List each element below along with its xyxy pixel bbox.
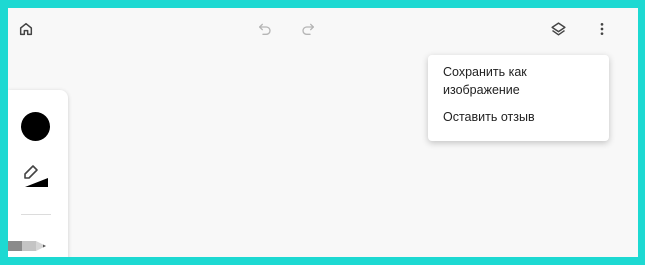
redo-icon <box>300 21 316 37</box>
stroke-width-icon <box>22 165 50 193</box>
pencil-tool-button[interactable] <box>8 235 48 257</box>
color-picker-swatch[interactable] <box>21 112 50 141</box>
undo-button[interactable] <box>252 16 278 42</box>
panel-divider <box>21 214 51 215</box>
menu-item-save-as-image[interactable]: Сохранить как изображение <box>443 63 601 99</box>
home-icon <box>18 21 34 37</box>
stroke-width-button[interactable] <box>22 163 50 189</box>
layers-button[interactable] <box>545 16 571 42</box>
tool-panel <box>8 90 68 257</box>
menu-item-leave-feedback[interactable]: Оставить отзыв <box>443 108 601 126</box>
pencil-icon <box>8 241 48 257</box>
layers-icon <box>550 21 567 38</box>
home-button[interactable] <box>13 16 39 42</box>
app-window: Сохранить как изображение Оставить отзыв <box>8 8 638 257</box>
undo-icon <box>257 21 273 37</box>
options-menu: Сохранить как изображение Оставить отзыв <box>428 55 609 141</box>
more-vert-icon <box>594 21 610 37</box>
redo-button[interactable] <box>295 16 321 42</box>
more-options-button[interactable] <box>589 16 615 42</box>
